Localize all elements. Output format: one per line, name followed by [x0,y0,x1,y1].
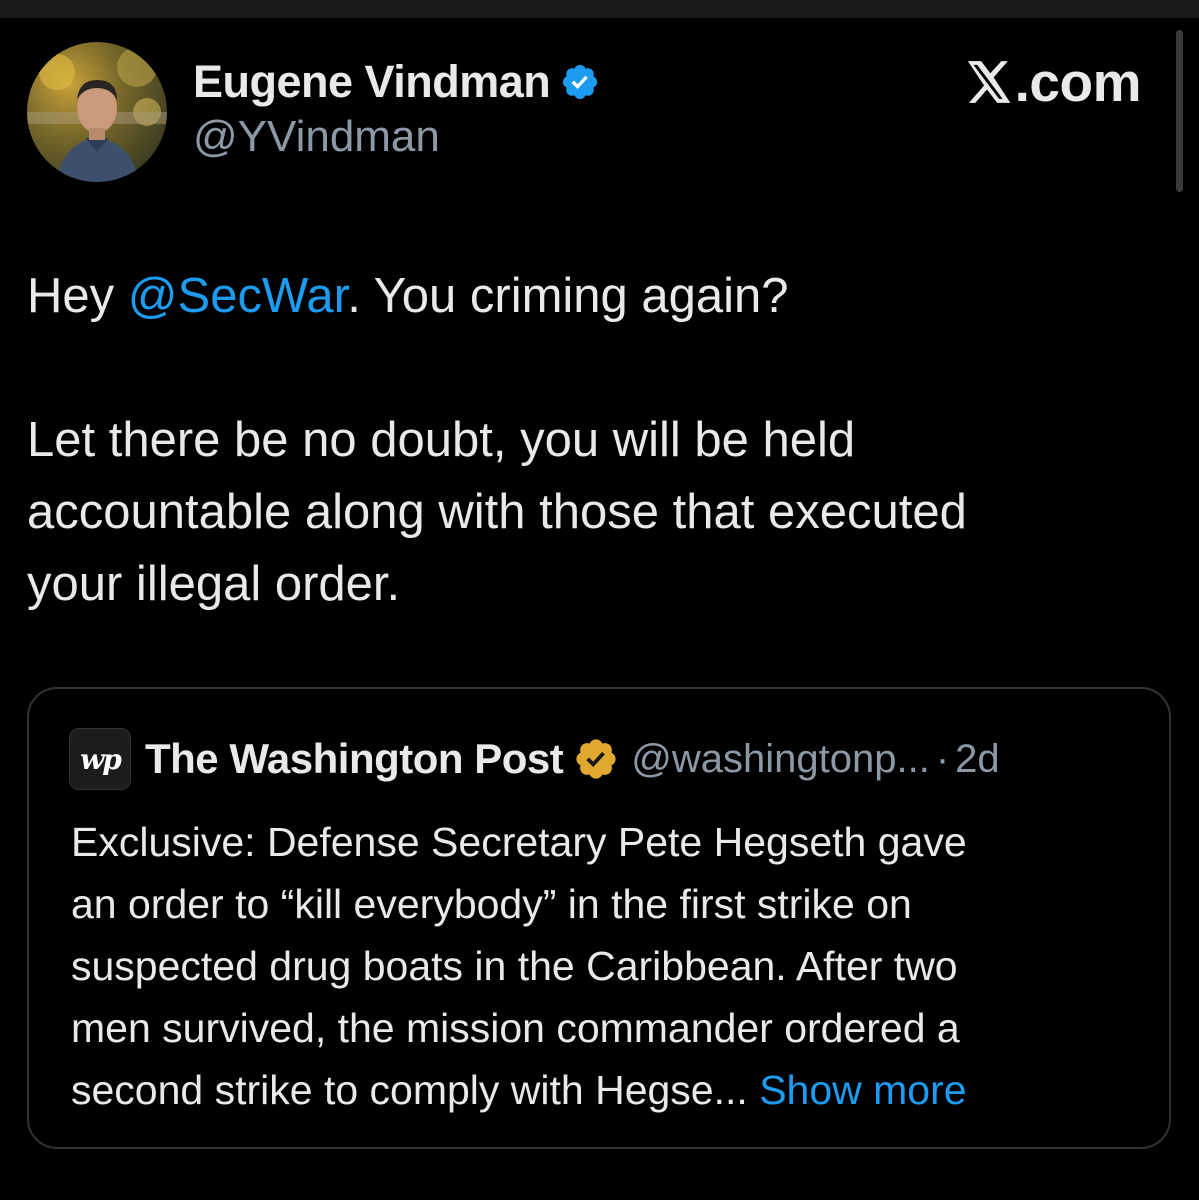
tweet-line-4: your illegal order. [27,557,401,611]
quoted-line-2: an order to “kill everybody” in the firs… [71,881,912,927]
verified-badge-icon [563,64,598,100]
avatar-photo [27,42,167,182]
scrollbar[interactable] [1176,30,1183,192]
header-separator: · [935,736,950,781]
gold-verified-badge-icon [576,739,616,779]
author-display-name[interactable]: Eugene Vindman [193,56,551,108]
quoted-tweet-body: Exclusive: Defense Secretary Pete Hegset… [71,811,1151,1121]
tweet-prefix: Hey [27,269,128,323]
wp-logo-text: wp [80,742,122,776]
quoted-author-name[interactable]: The Washington Post [145,735,564,783]
avatar[interactable] [27,42,167,182]
quoted-tweet-card[interactable]: wp The Washington Post @washingtonp... ·… [27,687,1171,1149]
mention-link[interactable]: @SecWar [128,269,347,323]
quoted-timestamp[interactable]: 2d [955,737,1000,782]
x-logo-icon [967,61,1010,103]
tweet-line-1: Hey @SecWar. You criming again? [27,260,1157,332]
x-com-brand: .com [961,50,1142,114]
quoted-tweet-header: wp The Washington Post @washingtonp... ·… [69,728,1000,790]
brand-domain-text: .com [1014,51,1142,113]
show-more-link[interactable]: Show more [759,1067,966,1113]
quoted-line-4: men survived, the mission commander orde… [71,1005,960,1051]
quoted-line-5: second strike to comply with Hegse... Sh… [71,1059,1151,1121]
author-name-row[interactable]: Eugene Vindman [193,52,600,112]
status-bar-strip [0,0,1199,18]
quoted-line-3: suspected drug boats in the Caribbean. A… [71,943,958,989]
tweet-line-2: Let there be no doubt, you will be held [27,413,856,467]
quoted-author-handle[interactable]: @washingtonp... [631,737,930,782]
tweet-text: Hey @SecWar. You criming again? Let ther… [27,260,1157,620]
quoted-last-line: second strike to comply with Hegse... [71,1067,748,1113]
washington-post-logo[interactable]: wp [69,728,131,790]
tweet-line-3: accountable along with those that execut… [27,485,967,539]
author-handle[interactable]: @YVindman [193,112,440,162]
quoted-line-1: Exclusive: Defense Secretary Pete Hegset… [71,819,967,865]
tweet-suffix: . You criming again? [347,269,789,323]
